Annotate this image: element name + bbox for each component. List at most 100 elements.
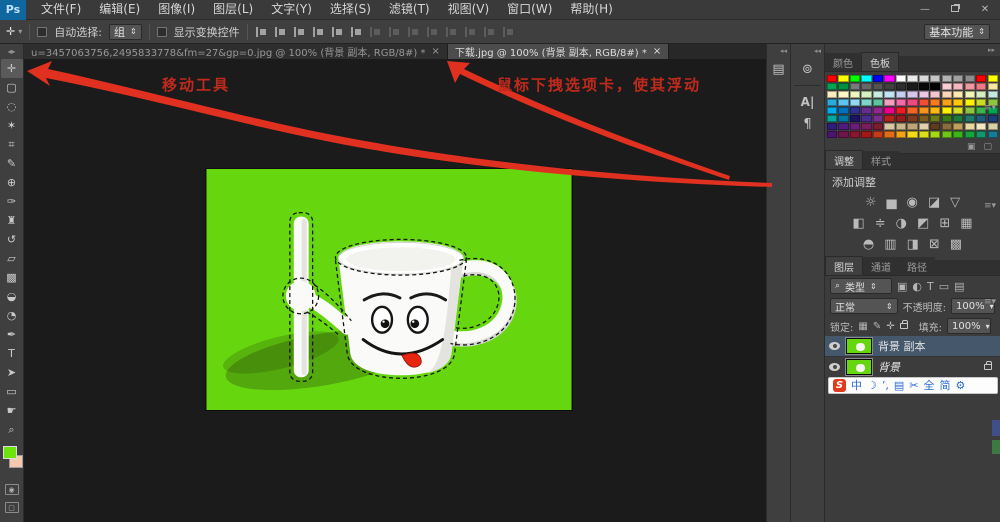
menu-item[interactable]: 帮助(H) <box>561 0 621 19</box>
layer-thumbnail[interactable] <box>846 338 872 354</box>
color-swatch[interactable] <box>838 107 848 114</box>
align-icon-align-vcenter[interactable] <box>331 26 343 38</box>
color-swatch[interactable] <box>907 83 917 90</box>
color-swatch[interactable] <box>930 123 940 130</box>
color-swatch[interactable] <box>965 75 975 82</box>
color-swatch[interactable] <box>976 83 986 90</box>
visibility-eye-icon[interactable] <box>829 342 840 350</box>
color-swatch[interactable] <box>953 131 963 138</box>
color-swatch[interactable] <box>827 75 837 82</box>
color-swatch[interactable] <box>861 115 871 122</box>
lock-all-icon[interactable] <box>900 323 908 329</box>
clone-source-panel-icon[interactable]: ⊚ <box>795 58 821 80</box>
adjustment-icon[interactable]: ☼ <box>865 195 877 210</box>
menu-item[interactable]: 文字(Y) <box>262 0 321 19</box>
align-icon-dist-right[interactable] <box>464 26 476 38</box>
lock-option-icon[interactable]: ✎ <box>873 321 881 332</box>
color-swatch[interactable] <box>965 131 975 138</box>
color-swatch[interactable] <box>838 123 848 130</box>
tool-rect-shape[interactable]: ▭ <box>1 382 23 401</box>
menu-item[interactable]: 编辑(E) <box>90 0 149 19</box>
doc-tab-doc2[interactable]: 下载.jpg @ 100% (背景 副本, RGB/8#) * × <box>448 44 669 59</box>
close-tab-icon[interactable]: × <box>653 46 661 57</box>
color-swatch[interactable] <box>873 123 883 130</box>
color-swatch[interactable] <box>942 99 952 106</box>
align-icon-align-hcenter[interactable] <box>274 26 286 38</box>
color-swatch[interactable] <box>919 115 929 122</box>
adjustment-icon[interactable]: ◧ <box>852 216 864 231</box>
color-swatch[interactable] <box>907 99 917 106</box>
canvas-document[interactable] <box>205 168 573 411</box>
color-swatch[interactable] <box>838 115 848 122</box>
tool-path-select[interactable]: ➤ <box>1 363 23 382</box>
color-swatch[interactable] <box>896 91 906 98</box>
panel-tab-styles[interactable]: 样式 <box>863 151 899 169</box>
align-icon-dist-bottom[interactable] <box>407 26 419 38</box>
menu-item[interactable]: 图像(I) <box>149 0 204 19</box>
current-tool-badge[interactable]: ✛ ▾ <box>6 25 22 38</box>
color-swatch[interactable] <box>884 107 894 114</box>
color-swatch[interactable] <box>861 83 871 90</box>
ime-item-sogou-logo[interactable]: S <box>833 379 846 392</box>
color-swatch[interactable] <box>884 75 894 82</box>
history-panel-icon[interactable]: ▤ <box>766 58 792 80</box>
tool-blur[interactable]: ◒ <box>1 287 23 306</box>
adjustment-icon[interactable]: ⊠ <box>929 237 940 252</box>
color-swatch[interactable] <box>850 115 860 122</box>
color-swatch[interactable] <box>919 83 929 90</box>
color-swatch[interactable] <box>907 131 917 138</box>
color-swatch[interactable] <box>942 75 952 82</box>
color-swatch[interactable] <box>861 99 871 106</box>
doc-tab-doc1[interactable]: u=3457063756,2495833778&fm=27&gp=0.jpg @… <box>24 44 448 59</box>
color-swatch[interactable] <box>827 131 837 138</box>
color-swatch[interactable] <box>930 115 940 122</box>
tool-lasso[interactable]: ◌ <box>1 97 23 116</box>
color-swatch[interactable] <box>919 75 929 82</box>
color-swatch[interactable] <box>850 131 860 138</box>
color-swatch[interactable] <box>896 107 906 114</box>
workspace-dropdown[interactable]: 基本功能 ⇕ <box>924 24 990 40</box>
tool-dodge[interactable]: ◔ <box>1 306 23 325</box>
tool-type[interactable]: T <box>1 344 23 363</box>
color-swatch[interactable] <box>861 107 871 114</box>
layer-row-bg[interactable]: 背景 <box>825 357 1000 378</box>
ime-item-punctuation-icon[interactable]: ’, <box>882 378 889 393</box>
color-swatch[interactable] <box>965 123 975 130</box>
adjustment-icon[interactable]: ≑ <box>875 216 886 231</box>
color-swatch[interactable] <box>930 91 940 98</box>
color-swatch[interactable] <box>930 131 940 138</box>
color-swatch[interactable] <box>884 83 894 90</box>
tool-clone-stamp[interactable]: ♜ <box>1 211 23 230</box>
color-swatch[interactable] <box>884 99 894 106</box>
panel-menu-icon[interactable]: ≡▾ <box>984 103 996 113</box>
blend-mode-dropdown[interactable]: 正常 ⇕ <box>830 298 898 314</box>
color-swatch[interactable] <box>965 115 975 122</box>
close-button[interactable]: ✕ <box>970 0 1000 20</box>
trash-icon[interactable]: ▢ <box>983 142 992 152</box>
color-swatch[interactable] <box>861 91 871 98</box>
ime-item-moon-icon[interactable]: ☽ <box>867 378 877 393</box>
tool-eyedropper[interactable]: ✎ <box>1 154 23 173</box>
filter-icon[interactable]: T <box>927 280 934 293</box>
adjustment-icon[interactable]: ⊞ <box>939 216 950 231</box>
color-swatch[interactable] <box>827 99 837 106</box>
color-swatch[interactable] <box>976 115 986 122</box>
color-swatch[interactable] <box>942 107 952 114</box>
menu-item[interactable]: 图层(L) <box>204 0 262 19</box>
color-swatch[interactable] <box>953 83 963 90</box>
menu-item[interactable]: 窗口(W) <box>498 0 561 19</box>
panel-tab-color[interactable]: 颜色 <box>825 53 861 71</box>
color-swatch[interactable] <box>850 107 860 114</box>
color-swatch[interactable] <box>838 75 848 82</box>
new-swatch-icon[interactable]: ▣ <box>967 142 976 152</box>
color-swatch[interactable] <box>873 115 883 122</box>
ime-item-keyboard-icon[interactable]: ▤ <box>894 378 904 393</box>
screen-mode-button[interactable]: ▢ <box>5 502 19 513</box>
color-swatch[interactable] <box>988 83 998 90</box>
color-swatch[interactable] <box>953 99 963 106</box>
tool-gradient[interactable]: ▩ <box>1 268 23 287</box>
color-swatch[interactable] <box>827 91 837 98</box>
color-swatch[interactable] <box>953 107 963 114</box>
panel-menu-icon[interactable]: ≡▾ <box>984 297 996 307</box>
adjustment-icon[interactable]: ▩ <box>950 237 962 252</box>
